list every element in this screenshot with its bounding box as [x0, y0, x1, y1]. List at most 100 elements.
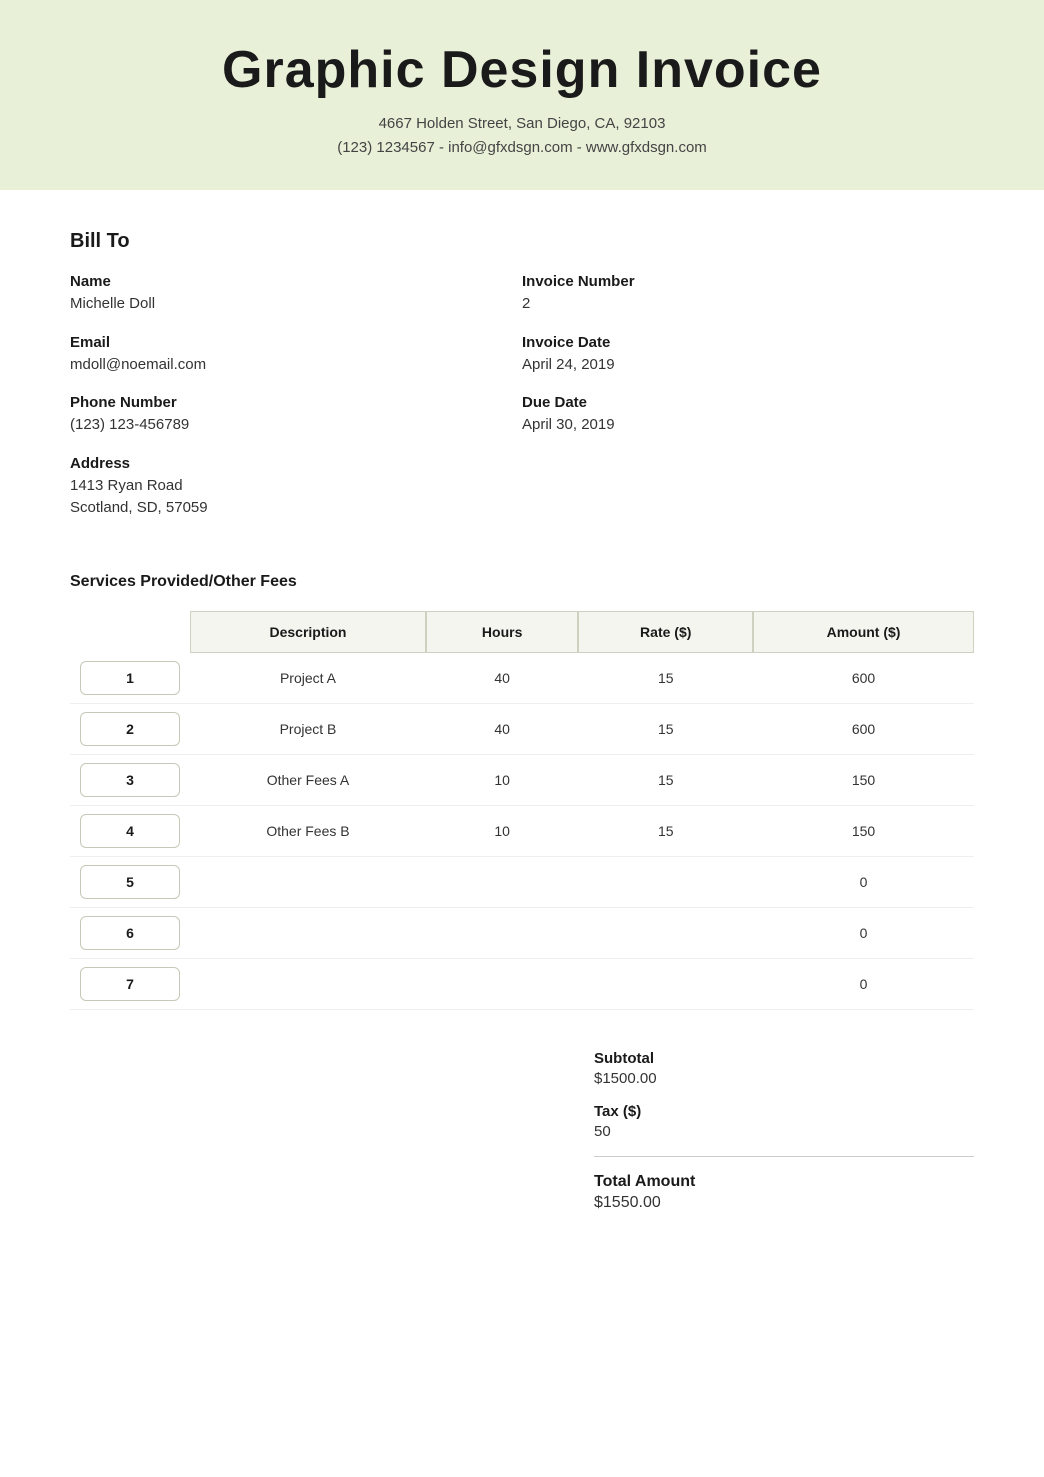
- table-header-row: Description Hours Rate ($) Amount ($): [70, 611, 974, 653]
- info-grid: Name Michelle Doll Email mdoll@noemail.c…: [70, 273, 974, 538]
- services-title: Services Provided/Other Fees: [70, 573, 974, 591]
- total-amount-label: Total Amount: [594, 1173, 974, 1191]
- row-amount: 0: [753, 908, 974, 959]
- th-amount: Amount ($): [753, 611, 974, 653]
- row-number-box: 7: [80, 967, 180, 1001]
- row-description: [190, 959, 426, 1010]
- company-address: 4667 Holden Street, San Diego, CA, 92103: [20, 112, 1024, 136]
- table-row: 50: [70, 857, 974, 908]
- table-row: 3 Other Fees A1015150: [70, 755, 974, 806]
- main-content: Bill To Name Michelle Doll Email mdoll@n…: [0, 190, 1044, 1268]
- row-rate: 15: [578, 755, 753, 806]
- row-number-cell: 2: [70, 704, 190, 755]
- company-contact: (123) 1234567 - info@gfxdsgn.com - www.g…: [20, 136, 1024, 160]
- row-number-cell: 4: [70, 806, 190, 857]
- row-amount: 150: [753, 806, 974, 857]
- row-hours: [426, 908, 578, 959]
- row-number-box: 3: [80, 763, 180, 797]
- th-rate: Rate ($): [578, 611, 753, 653]
- row-number-cell: 3: [70, 755, 190, 806]
- address-label: Address: [70, 455, 522, 472]
- due-date-block: Due Date April 30, 2019: [522, 394, 974, 437]
- address-block: Address 1413 Ryan Road Scotland, SD, 570…: [70, 455, 522, 520]
- table-row: 70: [70, 959, 974, 1010]
- info-right: Invoice Number 2 Invoice Date April 24, …: [522, 273, 974, 538]
- table-row: 2 Project B4015600: [70, 704, 974, 755]
- row-rate: 15: [578, 704, 753, 755]
- row-hours: 10: [426, 806, 578, 857]
- th-empty: [70, 611, 190, 653]
- row-hours: 40: [426, 704, 578, 755]
- total-amount-row: Total Amount $1550.00: [594, 1173, 974, 1212]
- row-amount: 600: [753, 653, 974, 704]
- table-row: 1 Project A4015600: [70, 653, 974, 704]
- page-header: Graphic Design Invoice 4667 Holden Stree…: [0, 0, 1044, 190]
- total-amount-value: $1550.00: [594, 1194, 974, 1212]
- row-amount: 0: [753, 959, 974, 1010]
- invoice-number-value: 2: [522, 293, 974, 316]
- name-value: Michelle Doll: [70, 293, 522, 316]
- invoice-date-label: Invoice Date: [522, 334, 974, 351]
- row-amount: 150: [753, 755, 974, 806]
- row-rate: [578, 908, 753, 959]
- services-section: Services Provided/Other Fees Description…: [70, 573, 974, 1228]
- tax-row: Tax ($) 50: [594, 1103, 974, 1140]
- table-row: 4 Other Fees B1015150: [70, 806, 974, 857]
- row-rate: 15: [578, 806, 753, 857]
- row-amount: 600: [753, 704, 974, 755]
- subtotal-label: Subtotal: [594, 1050, 974, 1067]
- row-number-box: 6: [80, 916, 180, 950]
- th-description: Description: [190, 611, 426, 653]
- due-date-value: April 30, 2019: [522, 414, 974, 437]
- row-description: [190, 857, 426, 908]
- email-value: mdoll@noemail.com: [70, 354, 522, 377]
- totals-section: Subtotal $1500.00 Tax ($) 50 Total Amoun…: [70, 1050, 974, 1228]
- phone-label: Phone Number: [70, 394, 522, 411]
- subtotal-row: Subtotal $1500.00: [594, 1050, 974, 1087]
- row-number-cell: 1: [70, 653, 190, 704]
- row-rate: [578, 857, 753, 908]
- totals-block: Subtotal $1500.00 Tax ($) 50 Total Amoun…: [594, 1050, 974, 1228]
- row-rate: [578, 959, 753, 1010]
- tax-value: 50: [594, 1123, 974, 1140]
- bill-to-title: Bill To: [70, 230, 974, 253]
- th-hours: Hours: [426, 611, 578, 653]
- row-amount: 0: [753, 857, 974, 908]
- subtotal-value: $1500.00: [594, 1070, 974, 1087]
- row-number-cell: 7: [70, 959, 190, 1010]
- table-row: 60: [70, 908, 974, 959]
- row-number-box: 1: [80, 661, 180, 695]
- row-description: Project A: [190, 653, 426, 704]
- row-number-box: 5: [80, 865, 180, 899]
- services-table: Description Hours Rate ($) Amount ($) 1P…: [70, 611, 974, 1010]
- page-title: Graphic Design Invoice: [20, 40, 1024, 100]
- invoice-date-value: April 24, 2019: [522, 354, 974, 377]
- tax-label: Tax ($): [594, 1103, 974, 1120]
- row-number-box: 2: [80, 712, 180, 746]
- phone-block: Phone Number (123) 123-456789: [70, 394, 522, 437]
- invoice-number-block: Invoice Number 2: [522, 273, 974, 316]
- invoice-date-block: Invoice Date April 24, 2019: [522, 334, 974, 377]
- row-rate: 15: [578, 653, 753, 704]
- totals-divider: [594, 1156, 974, 1157]
- row-hours: [426, 959, 578, 1010]
- name-label: Name: [70, 273, 522, 290]
- row-hours: [426, 857, 578, 908]
- info-left: Name Michelle Doll Email mdoll@noemail.c…: [70, 273, 522, 538]
- row-description: Project B: [190, 704, 426, 755]
- name-block: Name Michelle Doll: [70, 273, 522, 316]
- due-date-label: Due Date: [522, 394, 974, 411]
- bill-to-section: Bill To Name Michelle Doll Email mdoll@n…: [70, 230, 974, 538]
- address-line1: 1413 Ryan Road: [70, 475, 522, 498]
- email-label: Email: [70, 334, 522, 351]
- row-number-cell: 6: [70, 908, 190, 959]
- row-hours: 40: [426, 653, 578, 704]
- row-description: Other Fees A: [190, 755, 426, 806]
- phone-value: (123) 123-456789: [70, 414, 522, 437]
- invoice-number-label: Invoice Number: [522, 273, 974, 290]
- email-block: Email mdoll@noemail.com: [70, 334, 522, 377]
- row-description: [190, 908, 426, 959]
- row-description: Other Fees B: [190, 806, 426, 857]
- row-number-box: 4: [80, 814, 180, 848]
- row-hours: 10: [426, 755, 578, 806]
